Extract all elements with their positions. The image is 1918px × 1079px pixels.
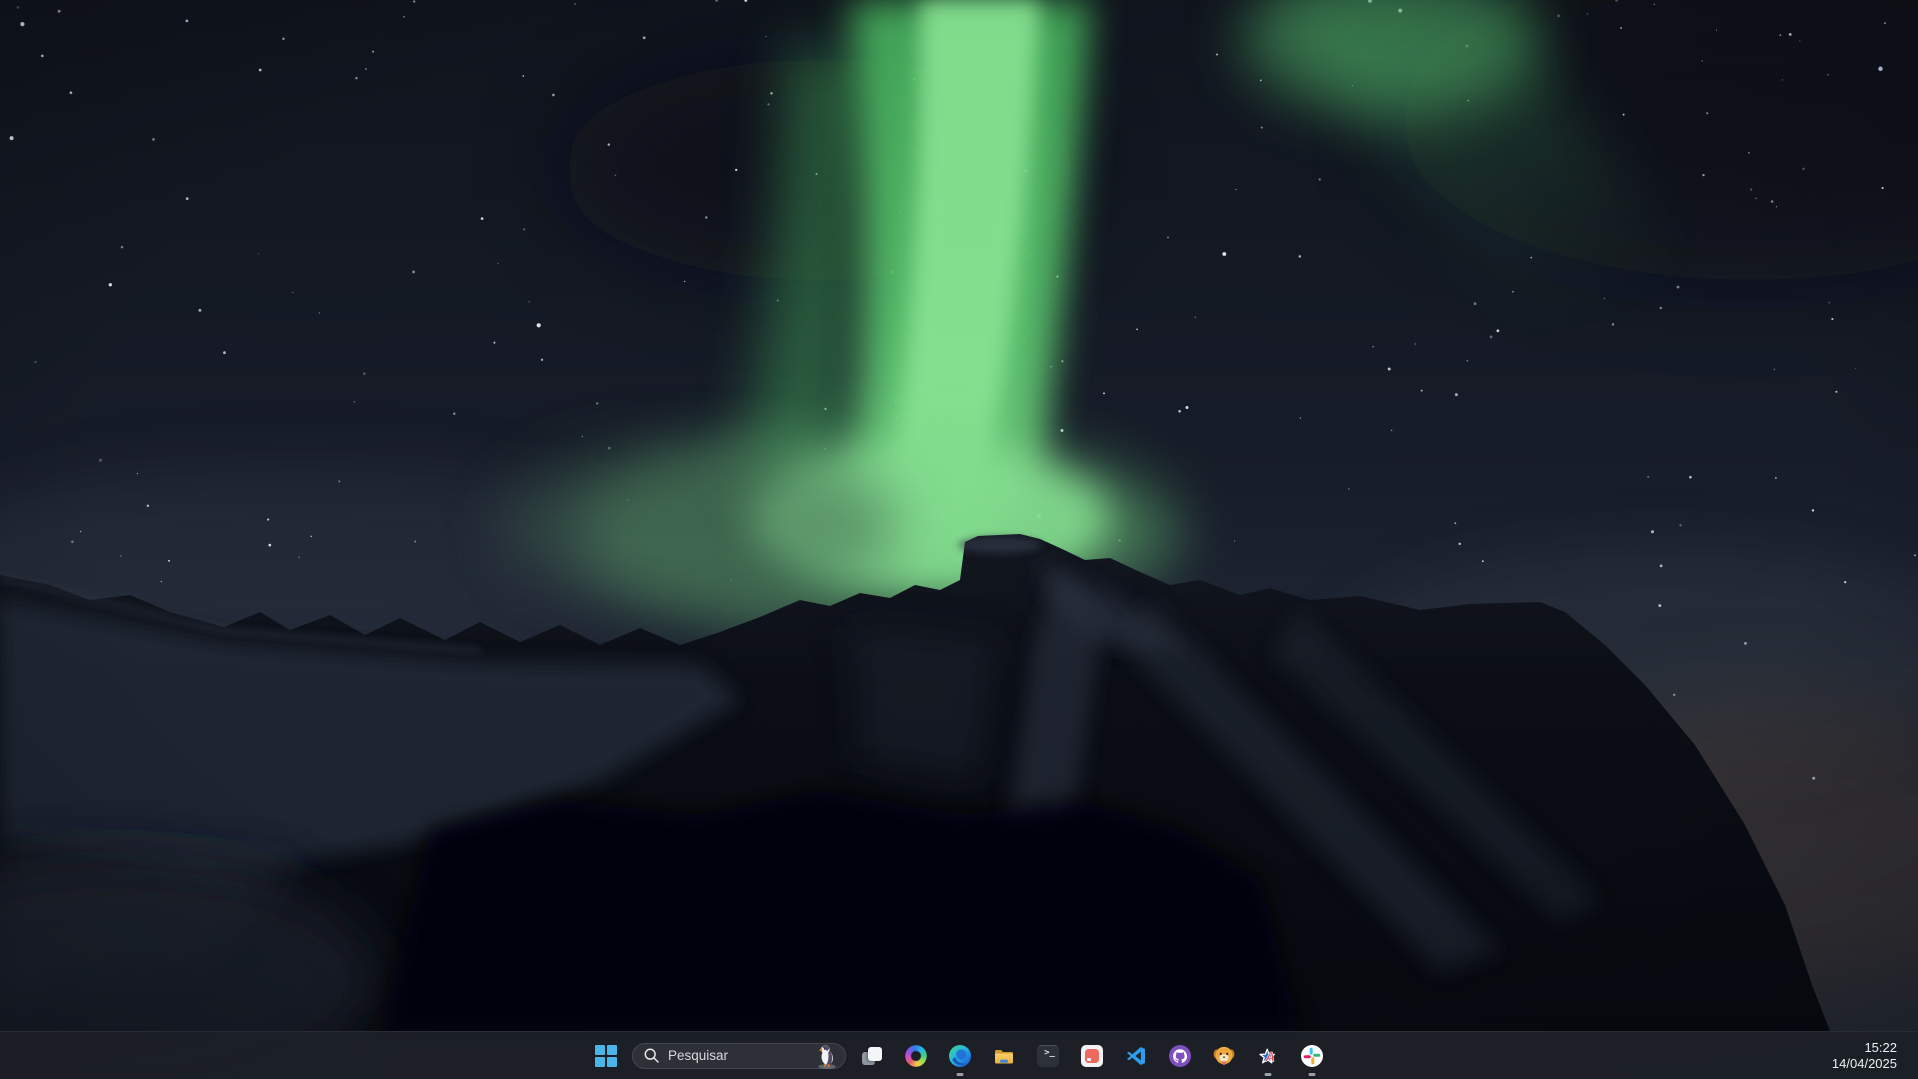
- slack-button[interactable]: [1290, 1034, 1334, 1078]
- svg-text:A: A: [1264, 1049, 1275, 1064]
- terminal-button[interactable]: >_: [1026, 1034, 1070, 1078]
- search-box[interactable]: Pesquisar: [632, 1043, 846, 1069]
- blue-star-red-a-icon: A: [1256, 1044, 1280, 1068]
- taskbar-center-group: Pesquisar: [584, 1032, 1334, 1079]
- edge-icon: [948, 1044, 972, 1068]
- slack-icon: [1300, 1044, 1324, 1068]
- taskbar: Pesquisar: [0, 1031, 1918, 1079]
- task-view-icon: [860, 1044, 884, 1068]
- copilot-icon: [904, 1044, 928, 1068]
- search-icon: [643, 1047, 660, 1064]
- windows-logo-icon: [595, 1045, 617, 1067]
- vignette: [0, 0, 1918, 1079]
- red-app-button[interactable]: [1070, 1034, 1114, 1078]
- folder-icon: [992, 1044, 1016, 1068]
- dog-app-button[interactable]: [1202, 1034, 1246, 1078]
- start-button[interactable]: [584, 1034, 628, 1078]
- dog-face-icon: [1212, 1044, 1236, 1068]
- clock-time: 15:22: [1864, 1040, 1897, 1056]
- clock-date: 14/04/2025: [1832, 1056, 1897, 1072]
- vscode-icon: [1124, 1044, 1148, 1068]
- puffin-bird-icon: [814, 1042, 842, 1070]
- red-square-app-icon: [1081, 1045, 1103, 1067]
- vscode-button[interactable]: [1114, 1034, 1158, 1078]
- taskbar-clock[interactable]: 15:22 14/04/2025: [1822, 1032, 1918, 1079]
- desktop: [0, 0, 1918, 1079]
- edge-button[interactable]: [938, 1034, 982, 1078]
- github-octocat-icon: [1168, 1044, 1192, 1068]
- github-desktop-button[interactable]: [1158, 1034, 1202, 1078]
- search-placeholder: Pesquisar: [668, 1048, 728, 1063]
- star-a-app-button[interactable]: A: [1246, 1034, 1290, 1078]
- wallpaper-aurora-mountains: [0, 0, 1918, 1079]
- terminal-icon: >_: [1037, 1045, 1059, 1067]
- copilot-button[interactable]: [894, 1034, 938, 1078]
- file-explorer-button[interactable]: [982, 1034, 1026, 1078]
- task-view-button[interactable]: [850, 1034, 894, 1078]
